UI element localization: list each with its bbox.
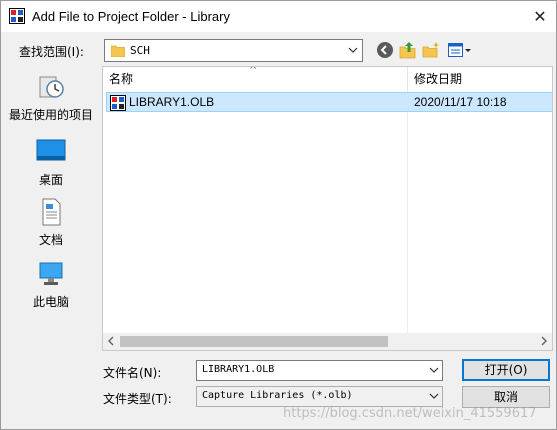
file-list[interactable]: 名称 ^ 修改日期 LIBRARY1.OLB 2020/11/17 10:18 [102, 66, 553, 351]
column-header-name[interactable]: 名称 ^ [103, 67, 408, 91]
view-menu-icon [447, 43, 473, 62]
filename-field[interactable]: LIBRARY1.OLB [196, 360, 443, 381]
file-date: 2020/11/17 10:18 [414, 95, 507, 109]
filetype-value: Capture Libraries (*.olb) [202, 390, 353, 401]
close-button[interactable]: ✕ [530, 7, 550, 27]
chevron-down-icon[interactable] [429, 389, 439, 406]
back-arrow-icon [376, 42, 394, 62]
column-header-date-label: 修改日期 [414, 72, 463, 86]
filetype-label: 文件类型(T): [103, 392, 172, 406]
sort-ascending-icon: ^ [249, 66, 258, 76]
new-folder-icon [422, 42, 440, 62]
this-pc-icon [35, 258, 67, 290]
dialog-window: Add File to Project Folder - Library ✕ 查… [0, 0, 557, 430]
open-button[interactable]: 打开(O) [462, 359, 550, 381]
filetype-select[interactable]: Capture Libraries (*.olb) [196, 386, 443, 407]
places-bar: 最近使用的项目 桌面 文档 此电脑 [1, 66, 101, 326]
scroll-left-icon[interactable] [107, 335, 115, 350]
place-documents-label: 文档 [38, 233, 63, 247]
app-icon [9, 8, 25, 24]
lookin-value: SCH [130, 44, 150, 57]
column-header-date[interactable]: 修改日期 [408, 67, 552, 91]
chevron-down-icon[interactable] [348, 43, 358, 60]
filename-value: LIBRARY1.OLB [202, 364, 275, 375]
lookin-label: 查找范围(I): [19, 45, 84, 59]
chevron-down-icon[interactable] [429, 363, 439, 380]
place-this-pc[interactable]: 此电脑 [1, 258, 101, 310]
column-header-name-label: 名称 [109, 72, 134, 86]
place-recent[interactable]: 最近使用的项目 [1, 71, 101, 123]
up-folder-icon [399, 42, 417, 62]
filename-label: 文件名(N): [103, 366, 162, 380]
scroll-right-icon[interactable] [540, 335, 548, 350]
scrollbar-thumb[interactable] [120, 336, 388, 347]
file-row[interactable]: LIBRARY1.OLB 2020/11/17 10:18 [106, 92, 552, 112]
place-desktop[interactable]: 桌面 [1, 136, 101, 188]
watermark-text: https://blog.csdn.net/weixin_41559617 [283, 406, 537, 421]
back-button[interactable] [376, 41, 396, 61]
recent-places-icon [35, 71, 67, 103]
cancel-button[interactable]: 取消 [462, 386, 550, 408]
olb-file-icon [110, 95, 126, 111]
lookin-combobox[interactable]: SCH [104, 39, 363, 62]
title-bar: Add File to Project Folder - Library ✕ [1, 1, 556, 32]
view-menu-button[interactable] [447, 41, 473, 61]
place-this-pc-label: 此电脑 [32, 295, 69, 309]
documents-icon [35, 196, 67, 228]
place-desktop-label: 桌面 [38, 173, 63, 187]
up-folder-button[interactable] [399, 41, 419, 61]
place-documents[interactable]: 文档 [1, 196, 101, 248]
column-divider [407, 91, 408, 335]
window-title: Add File to Project Folder - Library [32, 9, 230, 24]
file-name: LIBRARY1.OLB [129, 95, 215, 109]
desktop-icon [35, 136, 67, 168]
new-folder-button[interactable] [422, 41, 442, 61]
horizontal-scrollbar[interactable] [103, 333, 552, 350]
place-recent-label: 最近使用的项目 [8, 108, 93, 122]
folder-icon [110, 44, 126, 58]
